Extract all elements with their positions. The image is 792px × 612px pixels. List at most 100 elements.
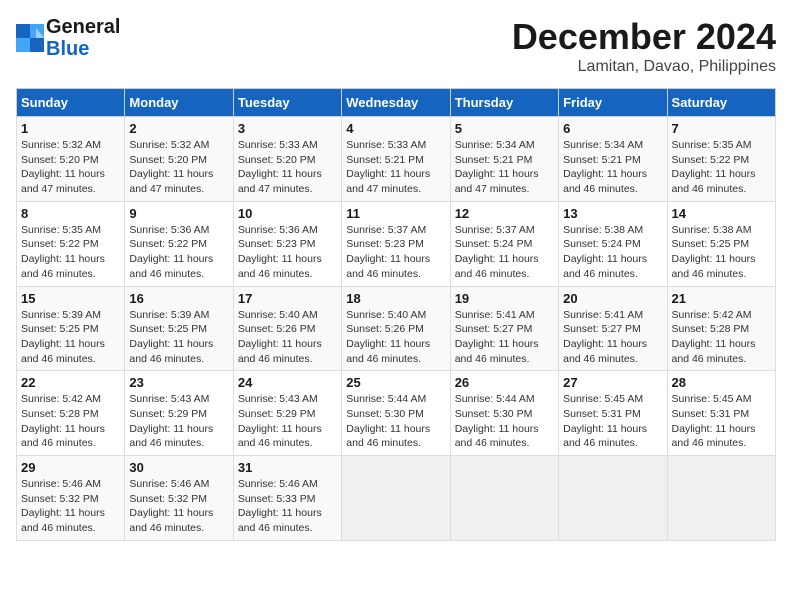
day-number: 9 <box>129 206 228 221</box>
calendar-day-cell: 27 Sunrise: 5:45 AM Sunset: 5:31 PM Dayli… <box>559 371 667 456</box>
day-info: Sunrise: 5:46 AM Sunset: 5:33 PM Dayligh… <box>238 477 337 536</box>
day-number: 21 <box>672 291 771 306</box>
weekday-header: Saturday <box>667 89 775 117</box>
calendar-day-cell: 7 Sunrise: 5:35 AM Sunset: 5:22 PM Daylig… <box>667 117 775 202</box>
weekday-header: Sunday <box>17 89 125 117</box>
day-number: 27 <box>563 375 662 390</box>
calendar-week-row: 29 Sunrise: 5:46 AM Sunset: 5:32 PM Dayli… <box>17 456 776 541</box>
day-number: 2 <box>129 121 228 136</box>
calendar-day-cell: 6 Sunrise: 5:34 AM Sunset: 5:21 PM Daylig… <box>559 117 667 202</box>
day-info: Sunrise: 5:35 AM Sunset: 5:22 PM Dayligh… <box>672 138 771 197</box>
day-number: 29 <box>21 460 120 475</box>
calendar-week-row: 1 Sunrise: 5:32 AM Sunset: 5:20 PM Daylig… <box>17 117 776 202</box>
calendar-week-row: 22 Sunrise: 5:42 AM Sunset: 5:28 PM Dayli… <box>17 371 776 456</box>
day-number: 30 <box>129 460 228 475</box>
calendar-day-cell: 5 Sunrise: 5:34 AM Sunset: 5:21 PM Daylig… <box>450 117 558 202</box>
day-info: Sunrise: 5:34 AM Sunset: 5:21 PM Dayligh… <box>455 138 554 197</box>
calendar-day-cell: 10Sunrise: 5:36 AM Sunset: 5:23 PM Dayli… <box>233 201 341 286</box>
day-info: Sunrise: 5:44 AM Sunset: 5:30 PM Dayligh… <box>346 392 445 451</box>
day-number: 7 <box>672 121 771 136</box>
title-block: December 2024 Lamitan, Davao, Philippine… <box>512 16 776 76</box>
calendar-day-cell: 21 Sunrise: 5:42 AM Sunset: 5:28 PM Dayli… <box>667 286 775 371</box>
calendar-day-cell: 13Sunrise: 5:38 AM Sunset: 5:24 PM Dayli… <box>559 201 667 286</box>
day-number: 10 <box>238 206 337 221</box>
calendar-day-cell: 30 Sunrise: 5:46 AM Sunset: 5:32 PM Dayli… <box>125 456 233 541</box>
day-info: Sunrise: 5:45 AM Sunset: 5:31 PM Dayligh… <box>672 392 771 451</box>
day-number: 19 <box>455 291 554 306</box>
calendar-day-cell: 12 Sunrise: 5:37 AM Sunset: 5:24 PM Dayli… <box>450 201 558 286</box>
day-number: 24 <box>238 375 337 390</box>
day-info: Sunrise: 5:32 AM Sunset: 5:20 PM Dayligh… <box>129 138 228 197</box>
day-info: Sunrise: 5:46 AM Sunset: 5:32 PM Dayligh… <box>129 477 228 536</box>
logo-text-blue: Blue <box>46 38 89 60</box>
calendar-day-cell <box>342 456 450 541</box>
calendar-day-cell: 26 Sunrise: 5:44 AM Sunset: 5:30 PM Dayli… <box>450 371 558 456</box>
logo: General Blue <box>16 16 120 60</box>
calendar-day-cell <box>559 456 667 541</box>
calendar-day-cell: 28 Sunrise: 5:45 AM Sunset: 5:31 PM Dayli… <box>667 371 775 456</box>
day-info: Sunrise: 5:36 AM Sunset: 5:22 PM Dayligh… <box>129 223 228 282</box>
location-subtitle: Lamitan, Davao, Philippines <box>512 58 776 76</box>
day-info: Sunrise: 5:42 AM Sunset: 5:28 PM Dayligh… <box>672 308 771 367</box>
day-info: Sunrise: 5:39 AM Sunset: 5:25 PM Dayligh… <box>21 308 120 367</box>
day-info: Sunrise: 5:40 AM Sunset: 5:26 PM Dayligh… <box>346 308 445 367</box>
calendar-day-cell: 18Sunrise: 5:40 AM Sunset: 5:26 PM Dayli… <box>342 286 450 371</box>
day-number: 6 <box>563 121 662 136</box>
calendar-day-cell: 1Sunrise: 5:32 AM Sunset: 5:20 PM Daylig… <box>17 117 125 202</box>
calendar-day-cell: 17 Sunrise: 5:40 AM Sunset: 5:26 PM Dayli… <box>233 286 341 371</box>
calendar-day-cell: 31Sunrise: 5:46 AM Sunset: 5:33 PM Dayli… <box>233 456 341 541</box>
day-info: Sunrise: 5:43 AM Sunset: 5:29 PM Dayligh… <box>129 392 228 451</box>
calendar-day-cell: 22 Sunrise: 5:42 AM Sunset: 5:28 PM Dayli… <box>17 371 125 456</box>
day-number: 28 <box>672 375 771 390</box>
calendar-day-cell: 3 Sunrise: 5:33 AM Sunset: 5:20 PM Daylig… <box>233 117 341 202</box>
calendar-day-cell: 24 Sunrise: 5:43 AM Sunset: 5:29 PM Dayli… <box>233 371 341 456</box>
weekday-header: Thursday <box>450 89 558 117</box>
calendar-week-row: 8Sunrise: 5:35 AM Sunset: 5:22 PM Daylig… <box>17 201 776 286</box>
calendar-day-cell: 2 Sunrise: 5:32 AM Sunset: 5:20 PM Daylig… <box>125 117 233 202</box>
calendar-day-cell: 15 Sunrise: 5:39 AM Sunset: 5:25 PM Dayli… <box>17 286 125 371</box>
day-number: 11 <box>346 206 445 221</box>
day-number: 16 <box>129 291 228 306</box>
logo-text-general: General <box>46 16 120 38</box>
day-number: 22 <box>21 375 120 390</box>
calendar-day-cell: 19 Sunrise: 5:41 AM Sunset: 5:27 PM Dayli… <box>450 286 558 371</box>
month-title: December 2024 <box>512 16 776 58</box>
day-number: 15 <box>21 291 120 306</box>
day-info: Sunrise: 5:41 AM Sunset: 5:27 PM Dayligh… <box>563 308 662 367</box>
day-number: 17 <box>238 291 337 306</box>
day-number: 12 <box>455 206 554 221</box>
day-info: Sunrise: 5:38 AM Sunset: 5:25 PM Dayligh… <box>672 223 771 282</box>
day-number: 1 <box>21 121 120 136</box>
day-number: 26 <box>455 375 554 390</box>
day-info: Sunrise: 5:34 AM Sunset: 5:21 PM Dayligh… <box>563 138 662 197</box>
day-number: 3 <box>238 121 337 136</box>
day-info: Sunrise: 5:35 AM Sunset: 5:22 PM Dayligh… <box>21 223 120 282</box>
day-info: Sunrise: 5:45 AM Sunset: 5:31 PM Dayligh… <box>563 392 662 451</box>
day-number: 25 <box>346 375 445 390</box>
day-info: Sunrise: 5:43 AM Sunset: 5:29 PM Dayligh… <box>238 392 337 451</box>
day-number: 4 <box>346 121 445 136</box>
day-info: Sunrise: 5:41 AM Sunset: 5:27 PM Dayligh… <box>455 308 554 367</box>
logo-icon <box>16 24 44 52</box>
weekday-header: Friday <box>559 89 667 117</box>
calendar-day-cell <box>667 456 775 541</box>
day-info: Sunrise: 5:37 AM Sunset: 5:24 PM Dayligh… <box>455 223 554 282</box>
calendar-day-cell <box>450 456 558 541</box>
day-number: 14 <box>672 206 771 221</box>
calendar-header-row: SundayMondayTuesdayWednesdayThursdayFrid… <box>17 89 776 117</box>
calendar-day-cell: 20 Sunrise: 5:41 AM Sunset: 5:27 PM Dayli… <box>559 286 667 371</box>
calendar-week-row: 15 Sunrise: 5:39 AM Sunset: 5:25 PM Dayli… <box>17 286 776 371</box>
calendar-day-cell: 9 Sunrise: 5:36 AM Sunset: 5:22 PM Daylig… <box>125 201 233 286</box>
calendar-day-cell: 4Sunrise: 5:33 AM Sunset: 5:21 PM Daylig… <box>342 117 450 202</box>
day-info: Sunrise: 5:42 AM Sunset: 5:28 PM Dayligh… <box>21 392 120 451</box>
day-info: Sunrise: 5:39 AM Sunset: 5:25 PM Dayligh… <box>129 308 228 367</box>
day-number: 5 <box>455 121 554 136</box>
day-info: Sunrise: 5:44 AM Sunset: 5:30 PM Dayligh… <box>455 392 554 451</box>
calendar-day-cell: 23 Sunrise: 5:43 AM Sunset: 5:29 PM Dayli… <box>125 371 233 456</box>
day-number: 13 <box>563 206 662 221</box>
calendar-day-cell: 29Sunrise: 5:46 AM Sunset: 5:32 PM Dayli… <box>17 456 125 541</box>
day-number: 23 <box>129 375 228 390</box>
day-info: Sunrise: 5:40 AM Sunset: 5:26 PM Dayligh… <box>238 308 337 367</box>
day-info: Sunrise: 5:33 AM Sunset: 5:20 PM Dayligh… <box>238 138 337 197</box>
day-number: 20 <box>563 291 662 306</box>
